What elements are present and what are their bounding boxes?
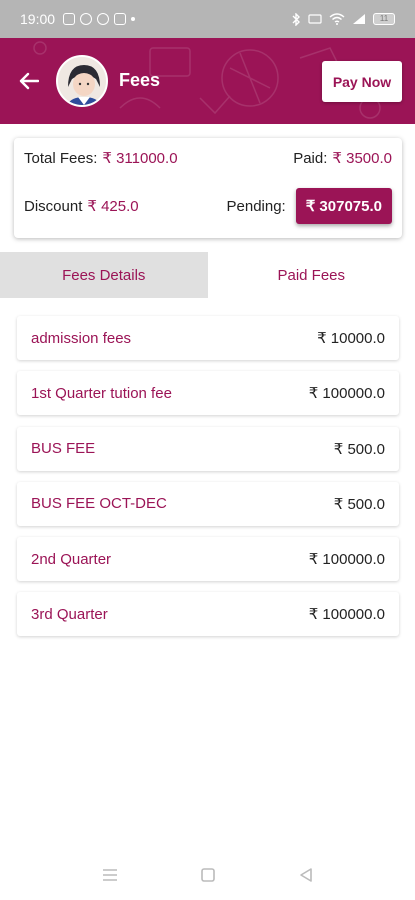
square-home-icon: [200, 868, 215, 882]
app-bar: Fees Pay Now: [0, 38, 415, 124]
notification-icon: [63, 13, 76, 25]
fees-summary-card: Total Fees: ₹ 311000.0 Paid: ₹ 3500.0 Di…: [14, 138, 402, 238]
fee-name: BUS FEE OCT-DEC: [31, 495, 167, 513]
arrow-left-icon: [19, 72, 39, 90]
back-nav-button[interactable]: [298, 867, 314, 883]
tab-fees-details[interactable]: Fees Details: [0, 252, 208, 298]
fee-item[interactable]: 2nd Quarter ₹ 100000.0: [17, 537, 399, 582]
summary-row-balance: Discount ₹ 425.0 Pending: ₹ 307075.0: [24, 188, 392, 224]
back-button[interactable]: [14, 66, 44, 96]
menu-icon: [102, 869, 117, 881]
fee-amount: ₹ 500.0: [333, 440, 385, 458]
pay-now-button[interactable]: Pay Now: [322, 61, 402, 102]
paid-group: Paid: ₹ 3500.0: [293, 149, 392, 168]
paid-label: Paid:: [293, 149, 328, 167]
status-time: 19:00: [20, 11, 56, 27]
pending-label: Pending:: [226, 197, 286, 215]
battery-icon: 11: [373, 13, 395, 25]
avatar: [56, 55, 108, 107]
fee-amount: ₹ 100000.0: [308, 551, 385, 569]
fee-amount: ₹ 100000.0: [308, 385, 385, 403]
bluetooth-icon: [292, 12, 300, 26]
discount-label: Discount: [24, 197, 83, 215]
more-dot-icon: [131, 17, 136, 21]
system-icons: 11: [291, 12, 395, 26]
fee-amount: ₹ 500.0: [333, 495, 385, 513]
total-fees-label: Total Fees:: [24, 149, 98, 167]
fee-name: BUS FEE: [31, 440, 96, 458]
fee-item[interactable]: BUS FEE ₹ 500.0: [17, 426, 399, 471]
signal-icon: [353, 14, 365, 24]
fee-amount: ₹ 10000.0: [317, 330, 385, 347]
pending-value: ₹ 307075.0: [295, 188, 392, 224]
tab-bar: Fees Details Paid Fees: [0, 252, 415, 298]
notification-icons: [63, 13, 136, 25]
fee-name: 3rd Quarter: [31, 605, 108, 623]
fee-name: 2nd Quarter: [31, 550, 112, 568]
fee-item[interactable]: admission fees ₹ 10000.0: [17, 316, 399, 360]
discount-value: ₹ 425.0: [87, 198, 139, 215]
app-icon: [97, 13, 110, 25]
battery-level: 11: [379, 14, 389, 23]
pending-group: Pending: ₹ 307075.0: [226, 188, 392, 224]
data-speed-icon: [308, 14, 322, 24]
system-nav-bar: [0, 850, 415, 900]
summary-row-totals: Total Fees: ₹ 311000.0 Paid: ₹ 3500.0: [24, 148, 392, 168]
fee-item[interactable]: BUS FEE OCT-DEC ₹ 500.0: [17, 481, 399, 526]
app-icon: [114, 13, 127, 25]
fee-name: 1st Quarter tution fee: [31, 384, 172, 402]
triangle-back-icon: [299, 868, 312, 882]
wifi-icon: [329, 13, 345, 25]
tab-paid-fees[interactable]: Paid Fees: [208, 252, 415, 298]
total-fees-value: ₹ 311000.0: [102, 150, 178, 167]
fee-amount: ₹ 100000.0: [308, 606, 385, 624]
fee-item[interactable]: 1st Quarter tution fee ₹ 100000.0: [17, 371, 399, 416]
paid-value: ₹ 3500.0: [332, 150, 392, 167]
page-title: Fees: [119, 70, 161, 90]
status-bar: 19:00 11: [0, 0, 415, 38]
fee-name: admission fees: [31, 329, 132, 347]
sync-icon: [80, 13, 93, 25]
fee-list: admission fees ₹ 10000.0 1st Quarter tut…: [17, 316, 399, 648]
fee-item[interactable]: 3rd Quarter ₹ 100000.0: [17, 592, 399, 637]
home-button[interactable]: [200, 867, 216, 883]
recents-button[interactable]: [102, 867, 118, 883]
